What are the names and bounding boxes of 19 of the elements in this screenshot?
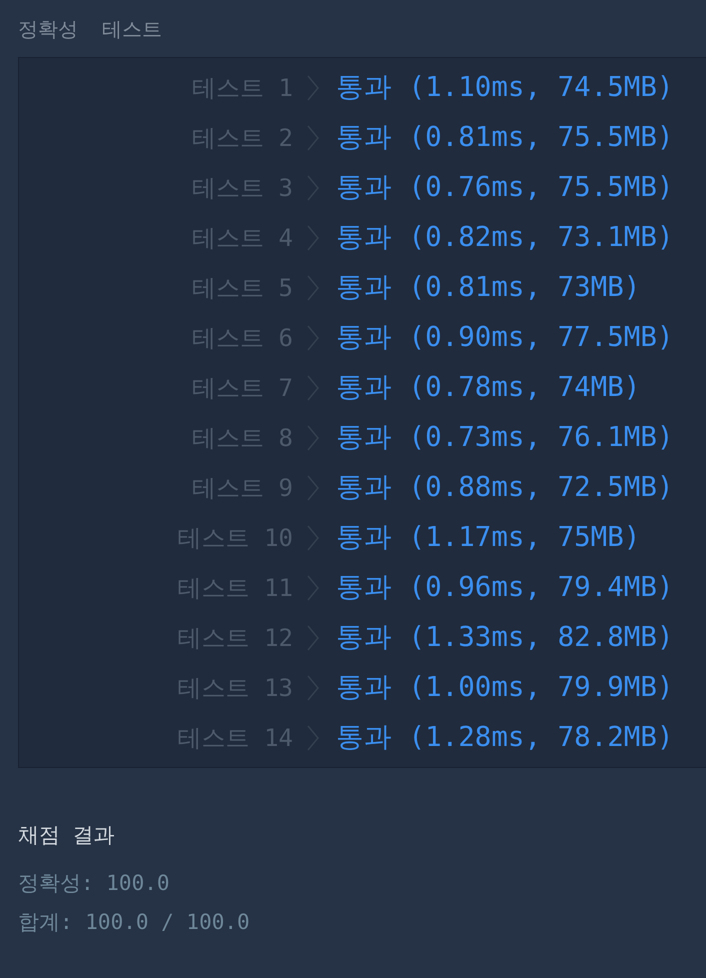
summary-title: 채점 결과 [18,822,116,849]
test-result: 통과 (0.88ms, 72.5MB) [336,470,674,506]
test-result: 통과 (0.90ms, 77.5MB) [336,320,674,356]
score-line: 합계: 100.0 / 100.0 [18,909,251,936]
test-result: 통과 (0.82ms, 73.1MB) [336,220,674,256]
test-result: 통과 (0.96ms, 79.4MB) [336,570,674,606]
test-result: 통과 (0.81ms, 75.5MB) [336,120,674,156]
test-result: 통과 (1.00ms, 79.9MB) [336,670,674,706]
test-result: 통과 (1.33ms, 82.8MB) [336,620,674,656]
test-result: 통과 (0.81ms, 73MB) [336,270,640,306]
test-result: 통과 (1.17ms, 75MB) [336,520,640,556]
test-result: 통과 (1.10ms, 74.5MB) [336,70,674,106]
test-result: 통과 (0.78ms, 74MB) [336,370,640,406]
test-result: 통과 (0.73ms, 76.1MB) [336,420,674,456]
score-line: 정확성: 100.0 [18,870,171,896]
test-result: 통과 (1.28ms, 78.2MB) [336,720,674,756]
section-label: 정확성 [18,16,78,43]
test-result: 통과 (0.76ms, 75.5MB) [336,170,674,206]
section-label: 테스트 [102,16,162,43]
